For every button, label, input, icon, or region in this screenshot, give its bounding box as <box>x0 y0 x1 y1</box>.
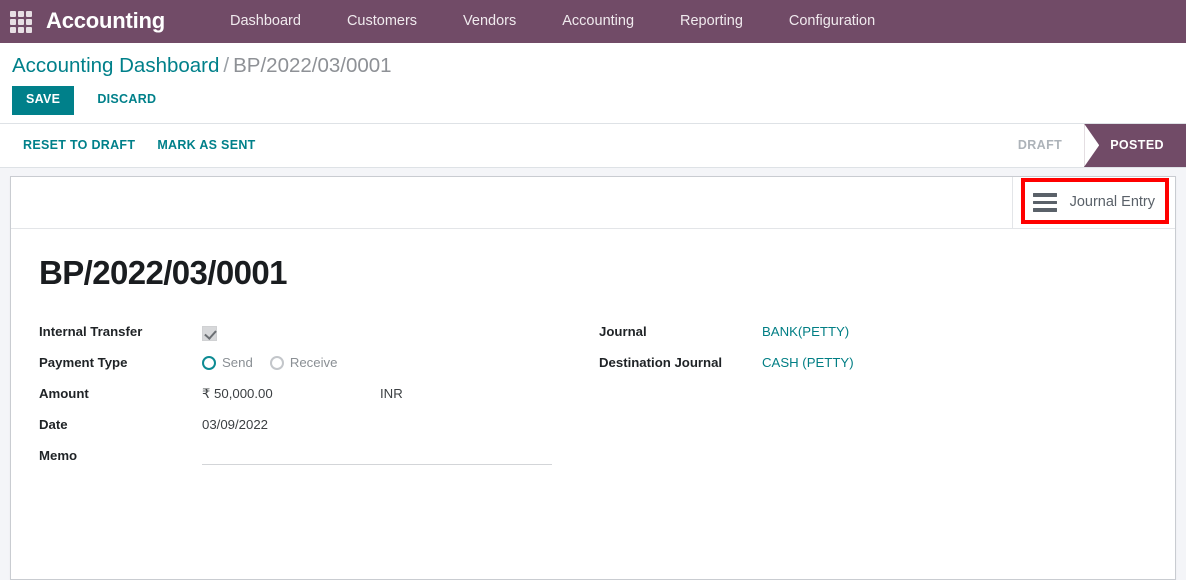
reset-to-draft-button[interactable]: RESET TO DRAFT <box>12 132 146 159</box>
menu-item-dashboard[interactable]: Dashboard <box>207 0 324 43</box>
apps-grid-cell <box>10 10 16 17</box>
top-navbar: Accounting Dashboard Customers Vendors A… <box>0 0 1186 43</box>
mark-as-sent-button[interactable]: MARK AS SENT <box>146 132 266 159</box>
payment-type-radio-group: Send Receive <box>202 354 591 372</box>
field-value-amount: ₹ 50,000.00 INR <box>202 379 591 403</box>
radio-receive-indicator <box>269 356 284 371</box>
menu-item-accounting[interactable]: Accounting <box>539 0 657 43</box>
field-payment-type: Payment Type Send Receive <box>39 348 591 379</box>
apps-grid-cell <box>10 26 16 33</box>
amount-currency-code: INR <box>380 386 403 402</box>
journal-entry-smart-button-wrapper: Journal Entry <box>1011 176 1175 228</box>
field-label-destination-journal: Destination Journal <box>599 355 723 371</box>
list-lines-icon <box>1032 193 1057 212</box>
radio-receive-label: Receive <box>289 355 338 371</box>
field-value-destination-journal: CASH (PETTY) <box>762 348 1151 372</box>
smart-button-box: Journal Entry <box>11 176 1175 229</box>
status-pipeline: DRAFT POSTED <box>991 123 1186 167</box>
breadcrumb-current: BP/2022/03/0001 <box>233 54 392 77</box>
field-memo: Memo <box>39 441 591 472</box>
apps-grid-cell <box>26 26 32 33</box>
fields-column-left: Internal Transfer Payment Type Send Rece… <box>31 317 591 472</box>
radio-option-receive[interactable]: Receive <box>269 354 338 372</box>
main-menu: Dashboard Customers Vendors Accounting R… <box>207 0 898 43</box>
apps-grid-icon[interactable] <box>8 9 34 35</box>
radio-send-indicator <box>202 356 216 371</box>
breadcrumb: Accounting Dashboard / BP/2022/03/0001 <box>12 53 1174 79</box>
record-action-buttons: SAVE DISCARD <box>12 86 1174 115</box>
field-label-memo: Memo <box>39 448 78 464</box>
field-value-payment-type: Send Receive <box>202 348 591 372</box>
field-date: Date 03/09/2022 <box>39 410 591 441</box>
amount-value[interactable]: ₹ 50,000.00 <box>202 385 380 403</box>
menu-item-customers[interactable]: Customers <box>324 0 440 43</box>
fields-column-right: Journal BANK(PETTY) Destination Journal … <box>591 317 1151 472</box>
menu-item-vendors[interactable]: Vendors <box>440 0 539 43</box>
list-line <box>1032 200 1057 204</box>
apps-grid-cell <box>10 18 16 25</box>
apps-grid-cell <box>18 10 24 17</box>
discard-button[interactable]: DISCARD <box>82 86 171 115</box>
field-value-journal: BANK(PETTY) <box>762 317 1151 341</box>
apps-grid-cell <box>18 26 24 33</box>
field-amount: Amount ₹ 50,000.00 INR <box>39 379 591 410</box>
internal-transfer-checkbox[interactable] <box>202 325 217 341</box>
field-value-date[interactable]: 03/09/2022 <box>202 410 591 434</box>
memo-input[interactable] <box>202 447 552 466</box>
list-line <box>1032 193 1057 197</box>
radio-send-label: Send <box>222 355 253 371</box>
field-label-journal: Journal <box>599 324 647 340</box>
breadcrumb-parent-link[interactable]: Accounting Dashboard <box>12 54 219 77</box>
statusbar: RESET TO DRAFT MARK AS SENT DRAFT POSTED <box>0 123 1186 168</box>
breadcrumb-separator: / <box>223 54 230 77</box>
field-label-internal-transfer: Internal Transfer <box>39 324 143 340</box>
app-brand-title[interactable]: Accounting <box>40 8 173 36</box>
field-value-internal-transfer <box>202 317 591 341</box>
apps-grid-cell <box>18 18 24 25</box>
journal-entry-label: Journal Entry <box>1069 194 1155 211</box>
fields-grid: Internal Transfer Payment Type Send Rece… <box>31 317 1155 472</box>
field-label-date: Date <box>39 417 68 433</box>
field-value-memo <box>202 441 591 466</box>
stage-posted[interactable]: POSTED <box>1084 123 1186 167</box>
sheet-body: BP/2022/03/0001 Internal Transfer Paymen… <box>11 229 1175 472</box>
control-panel: Accounting Dashboard / BP/2022/03/0001 SAV… <box>0 43 1186 124</box>
form-view-area: Journal Entry BP/2022/03/0001 Internal T… <box>0 167 1186 580</box>
apps-grid-cell <box>26 10 32 17</box>
menu-item-configuration[interactable]: Configuration <box>766 0 898 43</box>
journal-link[interactable]: BANK(PETTY) <box>762 324 849 339</box>
stage-draft[interactable]: DRAFT <box>991 123 1085 167</box>
journal-entry-smart-button[interactable]: Journal Entry <box>1011 176 1175 228</box>
statusbar-actions: RESET TO DRAFT MARK AS SENT <box>12 124 267 167</box>
list-line <box>1032 208 1057 212</box>
field-internal-transfer: Internal Transfer <box>39 317 591 348</box>
menu-item-reporting[interactable]: Reporting <box>657 0 766 43</box>
field-label-payment-type: Payment Type <box>39 355 128 371</box>
save-button[interactable]: SAVE <box>12 86 75 115</box>
radio-option-send[interactable]: Send <box>202 354 253 372</box>
field-journal: Journal BANK(PETTY) <box>599 317 1151 348</box>
destination-journal-link[interactable]: CASH (PETTY) <box>762 355 854 370</box>
apps-grid-cell <box>26 18 32 25</box>
field-destination-journal: Destination Journal CASH (PETTY) <box>599 348 1151 379</box>
amount-line: ₹ 50,000.00 INR <box>202 385 591 403</box>
record-sheet: Journal Entry BP/2022/03/0001 Internal T… <box>10 175 1176 580</box>
page-title: BP/2022/03/0001 <box>39 253 287 291</box>
field-label-amount: Amount <box>39 386 89 402</box>
